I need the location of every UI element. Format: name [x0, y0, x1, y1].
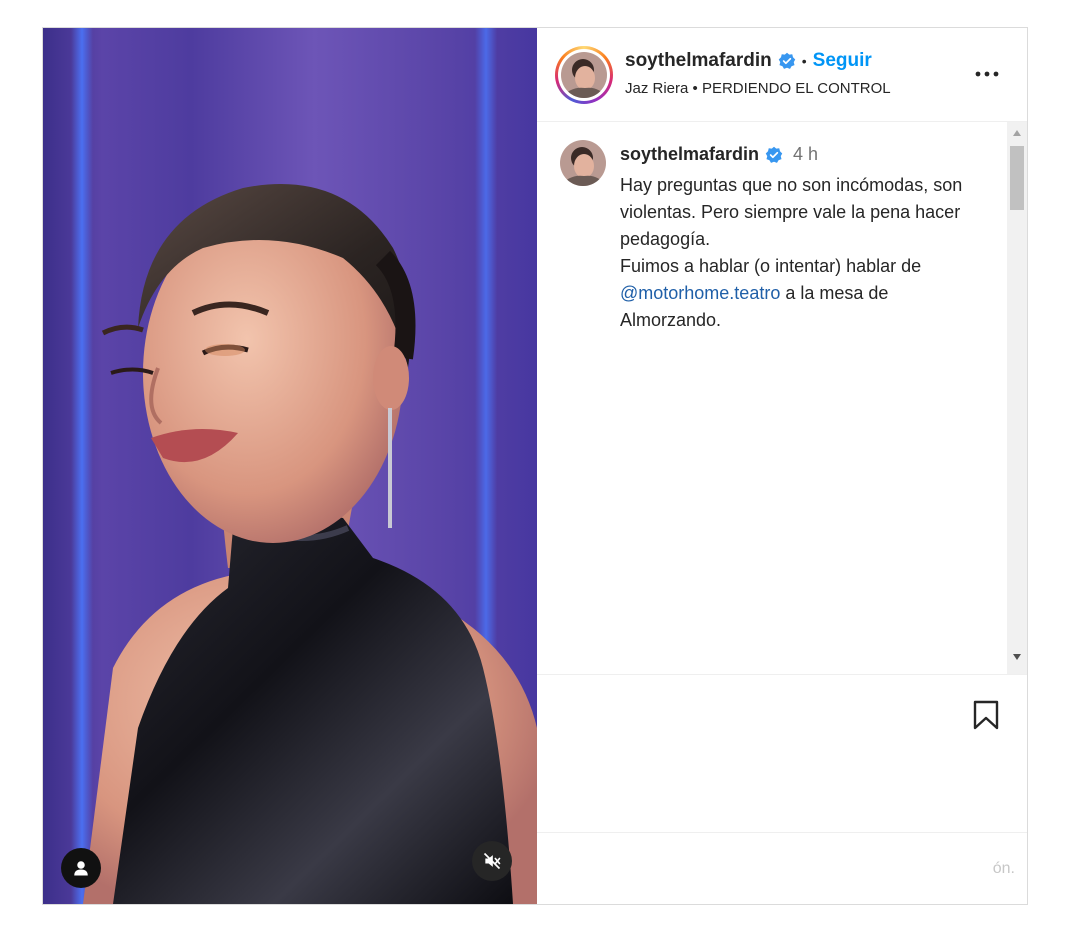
- separator-dot: •: [801, 53, 807, 69]
- scroll-down-arrow-icon[interactable]: [1007, 650, 1027, 664]
- mute-button[interactable]: [472, 841, 512, 881]
- tagged-users-button[interactable]: [61, 848, 101, 888]
- story-ring[interactable]: [555, 46, 613, 104]
- more-horizontal-icon: [975, 71, 999, 77]
- audio-attribution-link[interactable]: Jaz Riera • PERDIENDO EL CONTROL: [625, 80, 891, 97]
- verified-badge-icon: [778, 52, 796, 70]
- user-icon: [74, 861, 88, 876]
- post-timestamp[interactable]: 4 h: [793, 144, 818, 165]
- verified-badge-icon: [765, 146, 783, 164]
- caption-line-2: Fuimos a hablar (o intentar) hablar de @…: [620, 256, 922, 330]
- comment-input[interactable]: [557, 853, 1017, 885]
- scroll-up-arrow-icon[interactable]: [1007, 126, 1027, 140]
- woman-portrait-image: [83, 184, 537, 904]
- avatar: [561, 52, 607, 98]
- more-options-button[interactable]: [973, 62, 1001, 86]
- post-dialog: soythelmafardin • Seguir Jaz Riera • PER…: [42, 27, 1028, 905]
- post-actions: [537, 674, 1027, 832]
- add-comment-bar: [537, 832, 1027, 904]
- bookmark-icon: [973, 700, 999, 730]
- caption-username[interactable]: soythelmafardin: [620, 144, 759, 165]
- header-username[interactable]: soythelmafardin: [625, 50, 772, 72]
- speaker-muted-icon: [483, 852, 501, 870]
- comments-section[interactable]: soythelmafardin 4 h Hay preguntas que no…: [537, 122, 1027, 674]
- scroll-thumb[interactable]: [1010, 146, 1024, 210]
- scrollbar[interactable]: [1007, 122, 1027, 674]
- caption-line-1: Hay preguntas que no son incómodas, son …: [620, 175, 963, 249]
- caption-text: Hay preguntas que no son incómodas, son …: [620, 172, 990, 334]
- caption-avatar[interactable]: [560, 140, 606, 186]
- save-button[interactable]: [972, 699, 1000, 731]
- post-header: soythelmafardin • Seguir Jaz Riera • PER…: [537, 28, 1027, 122]
- mention-link[interactable]: @motorhome.teatro: [620, 283, 780, 303]
- follow-button[interactable]: Seguir: [813, 50, 872, 72]
- post-video[interactable]: [43, 28, 537, 904]
